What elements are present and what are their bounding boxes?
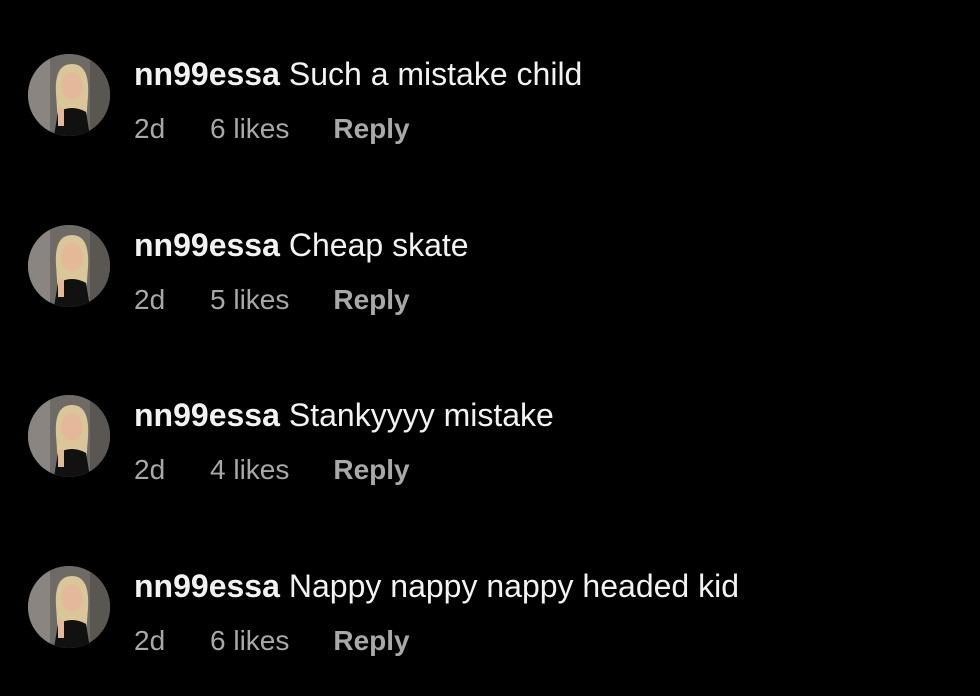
comment-likes[interactable]: 6 likes	[210, 112, 289, 146]
comment-username[interactable]: nn99essa	[134, 568, 280, 604]
comment-likes[interactable]: 6 likes	[210, 624, 289, 658]
comment-likes[interactable]: 5 likes	[210, 283, 289, 317]
comment-username[interactable]: nn99essa	[134, 56, 280, 92]
reply-button[interactable]: Reply	[333, 453, 409, 487]
comment-username[interactable]: nn99essa	[134, 397, 280, 433]
reply-button[interactable]: Reply	[333, 112, 409, 146]
comment-text: Cheap skate	[288, 227, 469, 263]
comment-text: Nappy nappy nappy headed kid	[288, 568, 739, 604]
profile-photo	[28, 395, 110, 477]
comment-time: 2d	[134, 284, 166, 315]
comment-text-line: nn99essa Such a mistake child	[134, 54, 934, 94]
comment-meta: 2d 5 likes Reply	[134, 283, 934, 317]
comment-time: 2d	[134, 113, 166, 144]
comment-item: nn99essa Stankyyyy mistake 2d 4 likes Reply	[28, 395, 948, 485]
comment-body: nn99essa Cheap skate 2d 5 likes Reply	[134, 225, 934, 317]
profile-photo	[28, 225, 110, 307]
reply-button[interactable]: Reply	[333, 624, 409, 658]
comment-list: nn99essa Such a mistake child 2d 6 likes Re…	[0, 0, 980, 696]
comment-item: nn99essa Nappy nappy nappy headed kid 2d 6…	[28, 566, 948, 656]
avatar[interactable]	[28, 395, 110, 477]
avatar[interactable]	[28, 225, 110, 307]
comment-time: 2d	[134, 625, 166, 656]
comment-item: nn99essa Cheap skate 2d 5 likes Reply	[28, 225, 948, 315]
comment-text: Stankyyyy mistake	[288, 397, 554, 433]
comment-text-line: nn99essa Nappy nappy nappy headed kid	[134, 566, 934, 606]
comment-meta: 2d 4 likes Reply	[134, 453, 934, 487]
avatar[interactable]	[28, 566, 110, 648]
comment-time: 2d	[134, 454, 166, 485]
comment-username[interactable]: nn99essa	[134, 227, 280, 263]
comment-meta: 2d 6 likes Reply	[134, 624, 934, 658]
comment-text-line: nn99essa Stankyyyy mistake	[134, 395, 934, 435]
comment-text-line: nn99essa Cheap skate	[134, 225, 934, 265]
comment-body: nn99essa Stankyyyy mistake 2d 4 likes Reply	[134, 395, 934, 487]
comment-likes[interactable]: 4 likes	[210, 453, 289, 487]
avatar[interactable]	[28, 54, 110, 136]
comment-item: nn99essa Such a mistake child 2d 6 likes Re…	[28, 54, 948, 144]
profile-photo	[28, 54, 110, 136]
comment-meta: 2d 6 likes Reply	[134, 112, 934, 146]
reply-button[interactable]: Reply	[333, 283, 409, 317]
profile-photo	[28, 566, 110, 648]
comment-body: nn99essa Such a mistake child 2d 6 likes Re…	[134, 54, 934, 146]
comment-body: nn99essa Nappy nappy nappy headed kid 2d 6…	[134, 566, 934, 658]
comment-text: Such a mistake child	[288, 56, 583, 92]
